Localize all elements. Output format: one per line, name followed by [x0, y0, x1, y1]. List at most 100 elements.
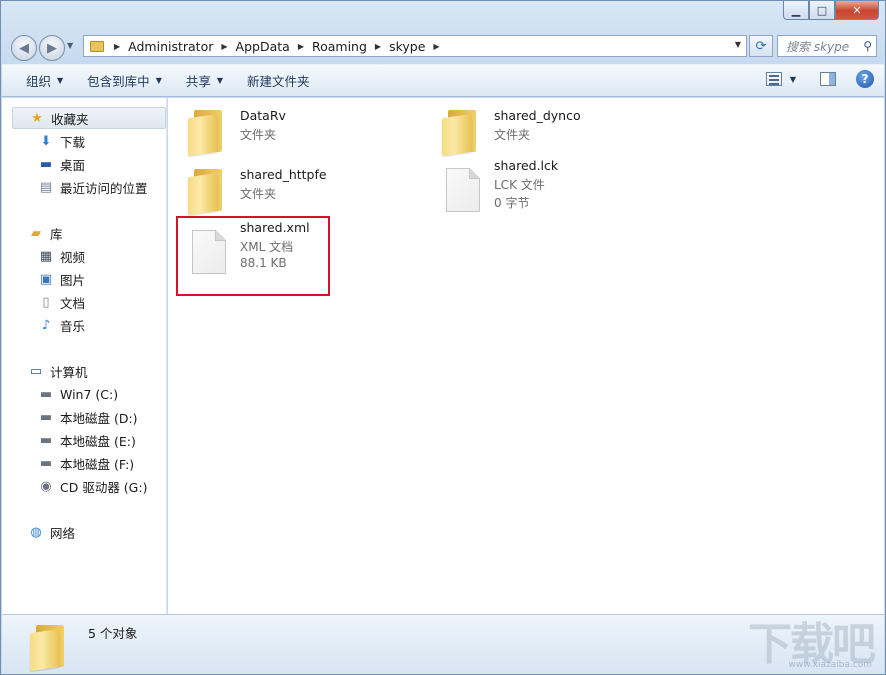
nav-label: 本地磁盘 (D:) — [60, 410, 138, 426]
new-folder-button[interactable]: 新建文件夹 — [235, 65, 322, 96]
document-icon — [446, 168, 480, 212]
nav-item-videos[interactable]: ▦ 视频 — [2, 245, 166, 267]
search-placeholder: 搜索 skype — [786, 39, 850, 54]
nav-item-pictures[interactable]: ▣ 图片 — [2, 268, 166, 290]
nav-label: 收藏夹 — [51, 111, 89, 127]
breadcrumb-label: Administrator — [128, 38, 214, 54]
nav-label: 最近访问的位置 — [60, 180, 148, 196]
address-row: ◀ ▶ ▼ ▶ Administrator ▶ AppData ▶ Roamin… — [9, 34, 877, 61]
file-size: 0 字节 — [494, 196, 530, 210]
nav-label: 图片 — [60, 272, 86, 288]
chevron-right-icon[interactable]: ▶ — [292, 42, 310, 51]
highlight-annotation-box — [176, 216, 330, 296]
item-count-text: 5 个对象 — [88, 626, 138, 641]
file-type: 文件夹 — [494, 128, 531, 142]
include-in-library-button[interactable]: 包含到库中 ▼ — [75, 65, 174, 96]
breadcrumb-skype[interactable]: skype — [387, 39, 427, 54]
help-icon[interactable]: ? — [856, 70, 874, 88]
file-item-shared-httpfe[interactable]: shared_httpfe 文件夹 — [188, 163, 418, 219]
library-icon: ▰ — [31, 225, 41, 241]
nav-item-drive-e[interactable]: ▬ 本地磁盘 (E:) — [2, 429, 166, 451]
search-icon: ⚲ — [863, 39, 872, 53]
share-button[interactable]: 共享 ▼ — [174, 65, 235, 96]
nav-label: Win7 (C:) — [60, 386, 119, 402]
organize-label: 组织 — [26, 74, 52, 89]
file-item-shared-dynco[interactable]: shared_dynco 文件夹 — [442, 104, 672, 160]
nav-label: 下载 — [60, 134, 86, 150]
details-pane: 5 个对象 下载吧 www.xiazaiba.com — [2, 614, 884, 674]
file-list: DataRv 文件夹 shared_dynco 文件夹 shared_httpf… — [168, 98, 884, 614]
chevron-right-icon[interactable]: ▶ — [369, 42, 387, 51]
view-options-dropdown[interactable]: ▼ — [790, 75, 796, 84]
nav-label: 桌面 — [60, 157, 86, 173]
nav-item-computer[interactable]: ▭ 计算机 — [2, 360, 166, 382]
breadcrumb-roaming[interactable]: Roaming — [310, 39, 369, 54]
explorer-window: ▁ □ ✕ ◀ ▶ ▼ ▶ Administrator ▶ AppData ▶ … — [0, 0, 886, 675]
file-item-datarv[interactable]: DataRv 文件夹 — [188, 104, 418, 160]
breadcrumb-appdata[interactable]: AppData — [234, 39, 292, 54]
caption-buttons: ▁ □ ✕ — [783, 1, 879, 21]
chevron-down-icon: ▼ — [216, 76, 224, 85]
refresh-button[interactable]: ⟳ — [749, 35, 773, 57]
nav-label: 网络 — [50, 525, 76, 541]
arrow-left-icon: ◀ — [19, 40, 29, 56]
music-icon: ♪ — [41, 317, 51, 333]
desktop-icon: ▬ — [39, 156, 53, 172]
command-bar: 组织 ▼ 包含到库中 ▼ 共享 ▼ 新建文件夹 ▼ ? — [2, 64, 884, 97]
nav-item-documents[interactable]: ▯ 文档 — [2, 291, 166, 313]
chevron-right-icon[interactable]: ▶ — [215, 42, 233, 51]
nav-label: 本地磁盘 (E:) — [60, 433, 136, 449]
pictures-icon: ▣ — [39, 271, 53, 287]
nav-item-drive-c[interactable]: ▬ Win7 (C:) — [2, 383, 166, 405]
nav-item-drive-g[interactable]: ◉ CD 驱动器 (G:) — [2, 475, 166, 497]
chevron-right-icon[interactable]: ▶ — [108, 42, 126, 51]
nav-item-downloads[interactable]: ⬇ 下载 — [2, 130, 166, 152]
file-item-shared-lck[interactable]: shared.lck LCK 文件 0 字节 — [442, 154, 672, 212]
address-dropdown[interactable]: ▼ — [735, 40, 741, 49]
change-view-icon[interactable] — [765, 72, 782, 86]
file-type: LCK 文件 — [494, 178, 545, 192]
chevron-right-icon[interactable]: ▶ — [427, 42, 445, 51]
close-button[interactable]: ✕ — [835, 1, 879, 20]
folder-icon — [188, 108, 224, 157]
nav-item-recent-places[interactable]: ▤ 最近访问的位置 — [2, 176, 166, 198]
nav-item-drive-f[interactable]: ▬ 本地磁盘 (F:) — [2, 452, 166, 474]
forward-button[interactable]: ▶ — [39, 35, 65, 61]
breadcrumb-label: Roaming — [311, 38, 367, 54]
nav-label: 文档 — [60, 295, 86, 311]
nav-label: 音乐 — [60, 318, 86, 334]
back-button[interactable]: ◀ — [11, 35, 37, 61]
file-type: 文件夹 — [240, 128, 277, 142]
search-input[interactable]: 搜索 skype ⚲ — [777, 35, 877, 57]
folder-icon — [188, 167, 224, 216]
downloads-folder-icon: ⬇ — [40, 133, 52, 149]
toolbar-right: ▼ ? — [765, 70, 874, 88]
recent-pages-dropdown[interactable]: ▼ — [67, 41, 73, 50]
watermark-logo: 下载吧 www.xiazaiba.com — [734, 612, 876, 670]
organize-button[interactable]: 组织 ▼ — [2, 65, 75, 96]
cd-drive-icon: ◉ — [40, 478, 52, 494]
computer-icon: ▭ — [29, 363, 43, 379]
nav-item-music[interactable]: ♪ 音乐 — [2, 314, 166, 336]
folder-icon — [30, 623, 66, 672]
nav-item-desktop[interactable]: ▬ 桌面 — [2, 153, 166, 175]
nav-item-drive-d[interactable]: ▬ 本地磁盘 (D:) — [2, 406, 166, 428]
nav-item-favorites[interactable]: ★ 收藏夹 — [12, 107, 166, 129]
nav-item-network[interactable]: ◍ 网络 — [2, 521, 166, 543]
file-name: shared.lck — [494, 158, 559, 173]
nav-item-libraries[interactable]: ▰ 库 — [2, 222, 166, 244]
preview-pane-icon[interactable] — [820, 72, 836, 86]
star-icon: ★ — [31, 110, 43, 126]
address-bar[interactable]: ▶ Administrator ▶ AppData ▶ Roaming ▶ sk… — [83, 35, 747, 57]
file-name: DataRv — [240, 108, 286, 123]
maximize-button[interactable]: □ — [809, 1, 835, 20]
video-icon: ▦ — [39, 248, 53, 264]
chevron-down-icon: ▼ — [155, 76, 162, 85]
refresh-icon: ⟳ — [755, 38, 767, 54]
breadcrumb-administrator[interactable]: Administrator — [126, 39, 215, 54]
hard-drive-icon: ▬ — [39, 409, 53, 425]
minimize-button[interactable]: ▁ — [783, 1, 809, 20]
breadcrumb-label: AppData — [235, 38, 290, 54]
folder-icon — [442, 108, 478, 157]
hard-drive-icon: ▬ — [39, 386, 53, 402]
